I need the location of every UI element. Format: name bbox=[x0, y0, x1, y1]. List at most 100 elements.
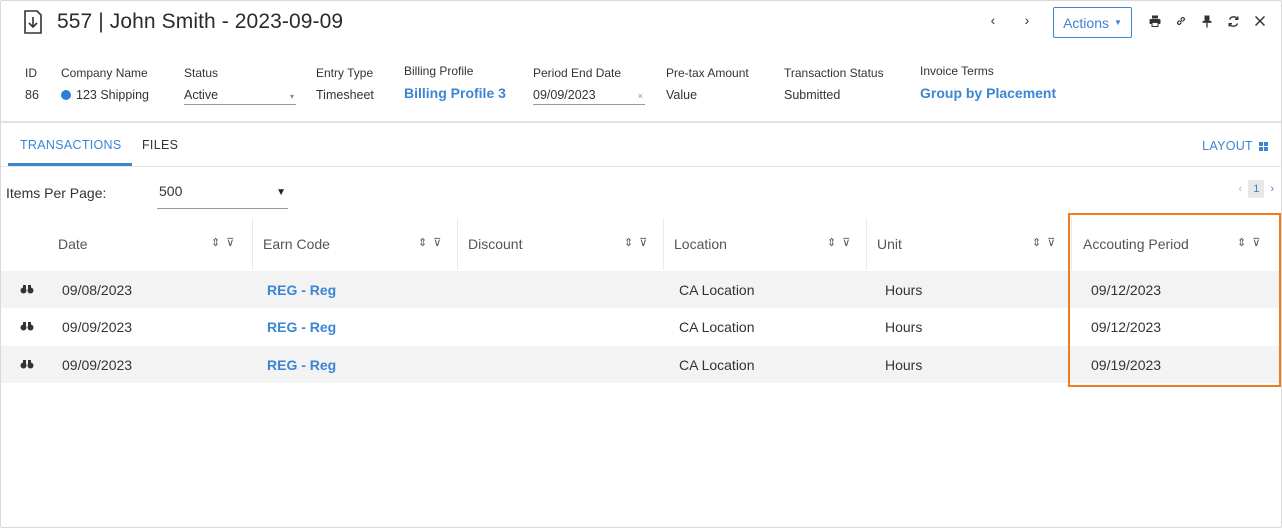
column-header-date[interactable]: Date ⇕ ⊽ bbox=[1, 218, 253, 270]
field-status: Status Active ▾ bbox=[184, 66, 296, 105]
table-row[interactable]: 09/09/2023 REG - Reg CA Location Hours 0… bbox=[1, 346, 1281, 383]
column-header-discount[interactable]: Discount ⇕ ⊽ bbox=[458, 218, 664, 270]
actions-label: Actions bbox=[1063, 14, 1109, 31]
column-header-unit[interactable]: Unit ⇕ ⊽ bbox=[867, 218, 1072, 270]
cell-unit: Hours bbox=[885, 319, 923, 335]
cell-accounting-period: 09/19/2023 bbox=[1091, 357, 1162, 373]
field-id-value: 86 bbox=[25, 88, 39, 102]
field-invoice-terms-label: Invoice Terms bbox=[920, 64, 994, 78]
field-billing-profile-label: Billing Profile bbox=[404, 64, 474, 78]
items-per-page-label: Items Per Page: bbox=[6, 185, 107, 201]
field-id: ID 86 bbox=[25, 66, 39, 102]
chevron-right-icon[interactable]: › bbox=[1270, 183, 1274, 195]
column-header-location[interactable]: Location ⇕ ⊽ bbox=[664, 218, 867, 270]
table-header: Date ⇕ ⊽ Earn Code ⇕ ⊽ Discount ⇕ ⊽ Locatio… bbox=[1, 218, 1281, 270]
close-icon[interactable] bbox=[1252, 13, 1268, 29]
download-document-icon bbox=[24, 10, 42, 34]
pin-icon[interactable] bbox=[1199, 13, 1215, 29]
field-billing-profile: Billing Profile Billing Profile 3 bbox=[404, 64, 506, 101]
header-divider bbox=[1, 121, 1281, 123]
field-pretax-value: Value bbox=[666, 88, 698, 102]
cell-location: CA Location bbox=[679, 319, 755, 335]
field-status-label: Status bbox=[184, 66, 219, 80]
caret-down-icon: ▼ bbox=[276, 187, 286, 198]
column-header-label: Date bbox=[58, 236, 88, 252]
column-header-label: Unit bbox=[877, 236, 902, 252]
field-pretax: Pre-tax Amount Value bbox=[666, 66, 749, 102]
grid-icon bbox=[1259, 141, 1268, 151]
sort-icon[interactable]: ⇕ bbox=[1032, 236, 1041, 249]
column-header-accounting-period[interactable]: Accouting Period ⇕ ⊽ bbox=[1072, 218, 1281, 270]
cell-date: 09/08/2023 bbox=[62, 282, 133, 298]
column-header-label: Discount bbox=[468, 236, 523, 252]
cell-date: 09/09/2023 bbox=[62, 319, 133, 335]
field-transaction-status: Transaction Status Submitted bbox=[784, 66, 884, 102]
column-header-label: Accouting Period bbox=[1083, 236, 1189, 252]
sort-icon[interactable]: ⇕ bbox=[624, 236, 633, 249]
period-end-date-input[interactable]: 09/09/2023 × bbox=[533, 88, 645, 105]
filter-icon[interactable]: ⊽ bbox=[639, 236, 647, 249]
filter-icon[interactable]: ⊽ bbox=[226, 236, 234, 249]
billing-profile-link[interactable]: Billing Profile 3 bbox=[404, 85, 506, 101]
field-entry-type: Entry Type Timesheet bbox=[316, 66, 374, 102]
tab-transactions[interactable]: TRANSACTIONS bbox=[20, 138, 122, 152]
column-header-label: Earn Code bbox=[263, 236, 330, 252]
field-period-end: Period End Date 09/09/2023 × bbox=[533, 66, 645, 105]
company-name: 123 Shipping bbox=[76, 88, 149, 102]
chevron-down-icon: ▾ bbox=[289, 92, 294, 101]
field-pretax-label: Pre-tax Amount bbox=[666, 66, 749, 80]
status-select[interactable]: Active ▾ bbox=[184, 88, 296, 105]
field-transaction-status-label: Transaction Status bbox=[784, 66, 884, 80]
filter-icon[interactable]: ⊽ bbox=[1047, 236, 1055, 249]
filter-icon[interactable]: ⊽ bbox=[842, 236, 850, 249]
clear-icon[interactable]: × bbox=[638, 91, 643, 101]
field-invoice-terms: Invoice Terms Group by Placement bbox=[920, 64, 1056, 101]
column-header-label: Location bbox=[674, 236, 727, 252]
field-company-label: Company Name bbox=[61, 66, 148, 80]
cell-accounting-period: 09/12/2023 bbox=[1091, 282, 1162, 298]
sort-icon[interactable]: ⇕ bbox=[1237, 236, 1246, 249]
tabs-divider bbox=[1, 166, 1281, 167]
filter-icon[interactable]: ⊽ bbox=[1252, 236, 1260, 249]
cell-date: 09/09/2023 bbox=[62, 357, 133, 373]
page-number-button[interactable]: 1 bbox=[1248, 180, 1265, 198]
print-icon[interactable] bbox=[1147, 13, 1163, 29]
link-icon[interactable] bbox=[1173, 13, 1189, 29]
cell-earn-code-link[interactable]: REG - Reg bbox=[267, 319, 336, 335]
filter-icon[interactable]: ⊽ bbox=[433, 236, 441, 249]
cell-location: CA Location bbox=[679, 282, 755, 298]
tab-files[interactable]: FILES bbox=[142, 138, 178, 152]
cell-unit: Hours bbox=[885, 357, 923, 373]
items-per-page-select[interactable]: 500 ▼ bbox=[157, 183, 288, 209]
layout-button[interactable]: LAYOUT bbox=[1202, 139, 1268, 153]
field-entry-type-label: Entry Type bbox=[316, 66, 374, 80]
items-per-page-value: 500 bbox=[159, 183, 183, 199]
cell-location: CA Location bbox=[679, 357, 755, 373]
binoculars-icon[interactable] bbox=[20, 321, 34, 331]
field-period-end-label: Period End Date bbox=[533, 66, 622, 80]
field-transaction-status-value: Submitted bbox=[784, 88, 841, 102]
period-end-date-value: 09/09/2023 bbox=[533, 88, 596, 102]
sort-icon[interactable]: ⇕ bbox=[827, 236, 836, 249]
sort-icon[interactable]: ⇕ bbox=[211, 236, 220, 249]
binoculars-icon[interactable] bbox=[20, 284, 34, 294]
table-row[interactable]: 09/09/2023 REG - Reg CA Location Hours 0… bbox=[1, 308, 1281, 345]
chevron-left-icon[interactable]: ‹ bbox=[1239, 183, 1243, 195]
page-title: 557 | John Smith - 2023-09-09 bbox=[57, 10, 344, 33]
caret-down-icon: ▼ bbox=[1114, 18, 1122, 27]
cell-earn-code-link[interactable]: REG - Reg bbox=[267, 282, 336, 298]
column-header-earn-code[interactable]: Earn Code ⇕ ⊽ bbox=[253, 218, 458, 270]
actions-dropdown-button[interactable]: Actions ▼ bbox=[1053, 7, 1132, 38]
field-id-label: ID bbox=[25, 66, 37, 80]
invoice-terms-link[interactable]: Group by Placement bbox=[920, 85, 1056, 101]
refresh-icon[interactable] bbox=[1225, 13, 1241, 29]
field-company-value: 123 Shipping bbox=[61, 88, 149, 102]
next-record-button[interactable]: › bbox=[1020, 12, 1034, 28]
binoculars-icon[interactable] bbox=[20, 359, 34, 369]
previous-record-button[interactable]: ‹ bbox=[986, 12, 1000, 28]
sort-icon[interactable]: ⇕ bbox=[418, 236, 427, 249]
field-company: Company Name 123 Shipping bbox=[61, 66, 149, 102]
cell-accounting-period: 09/12/2023 bbox=[1091, 319, 1162, 335]
table-row[interactable]: 09/08/2023 REG - Reg CA Location Hours 0… bbox=[1, 271, 1281, 308]
cell-earn-code-link[interactable]: REG - Reg bbox=[267, 357, 336, 373]
